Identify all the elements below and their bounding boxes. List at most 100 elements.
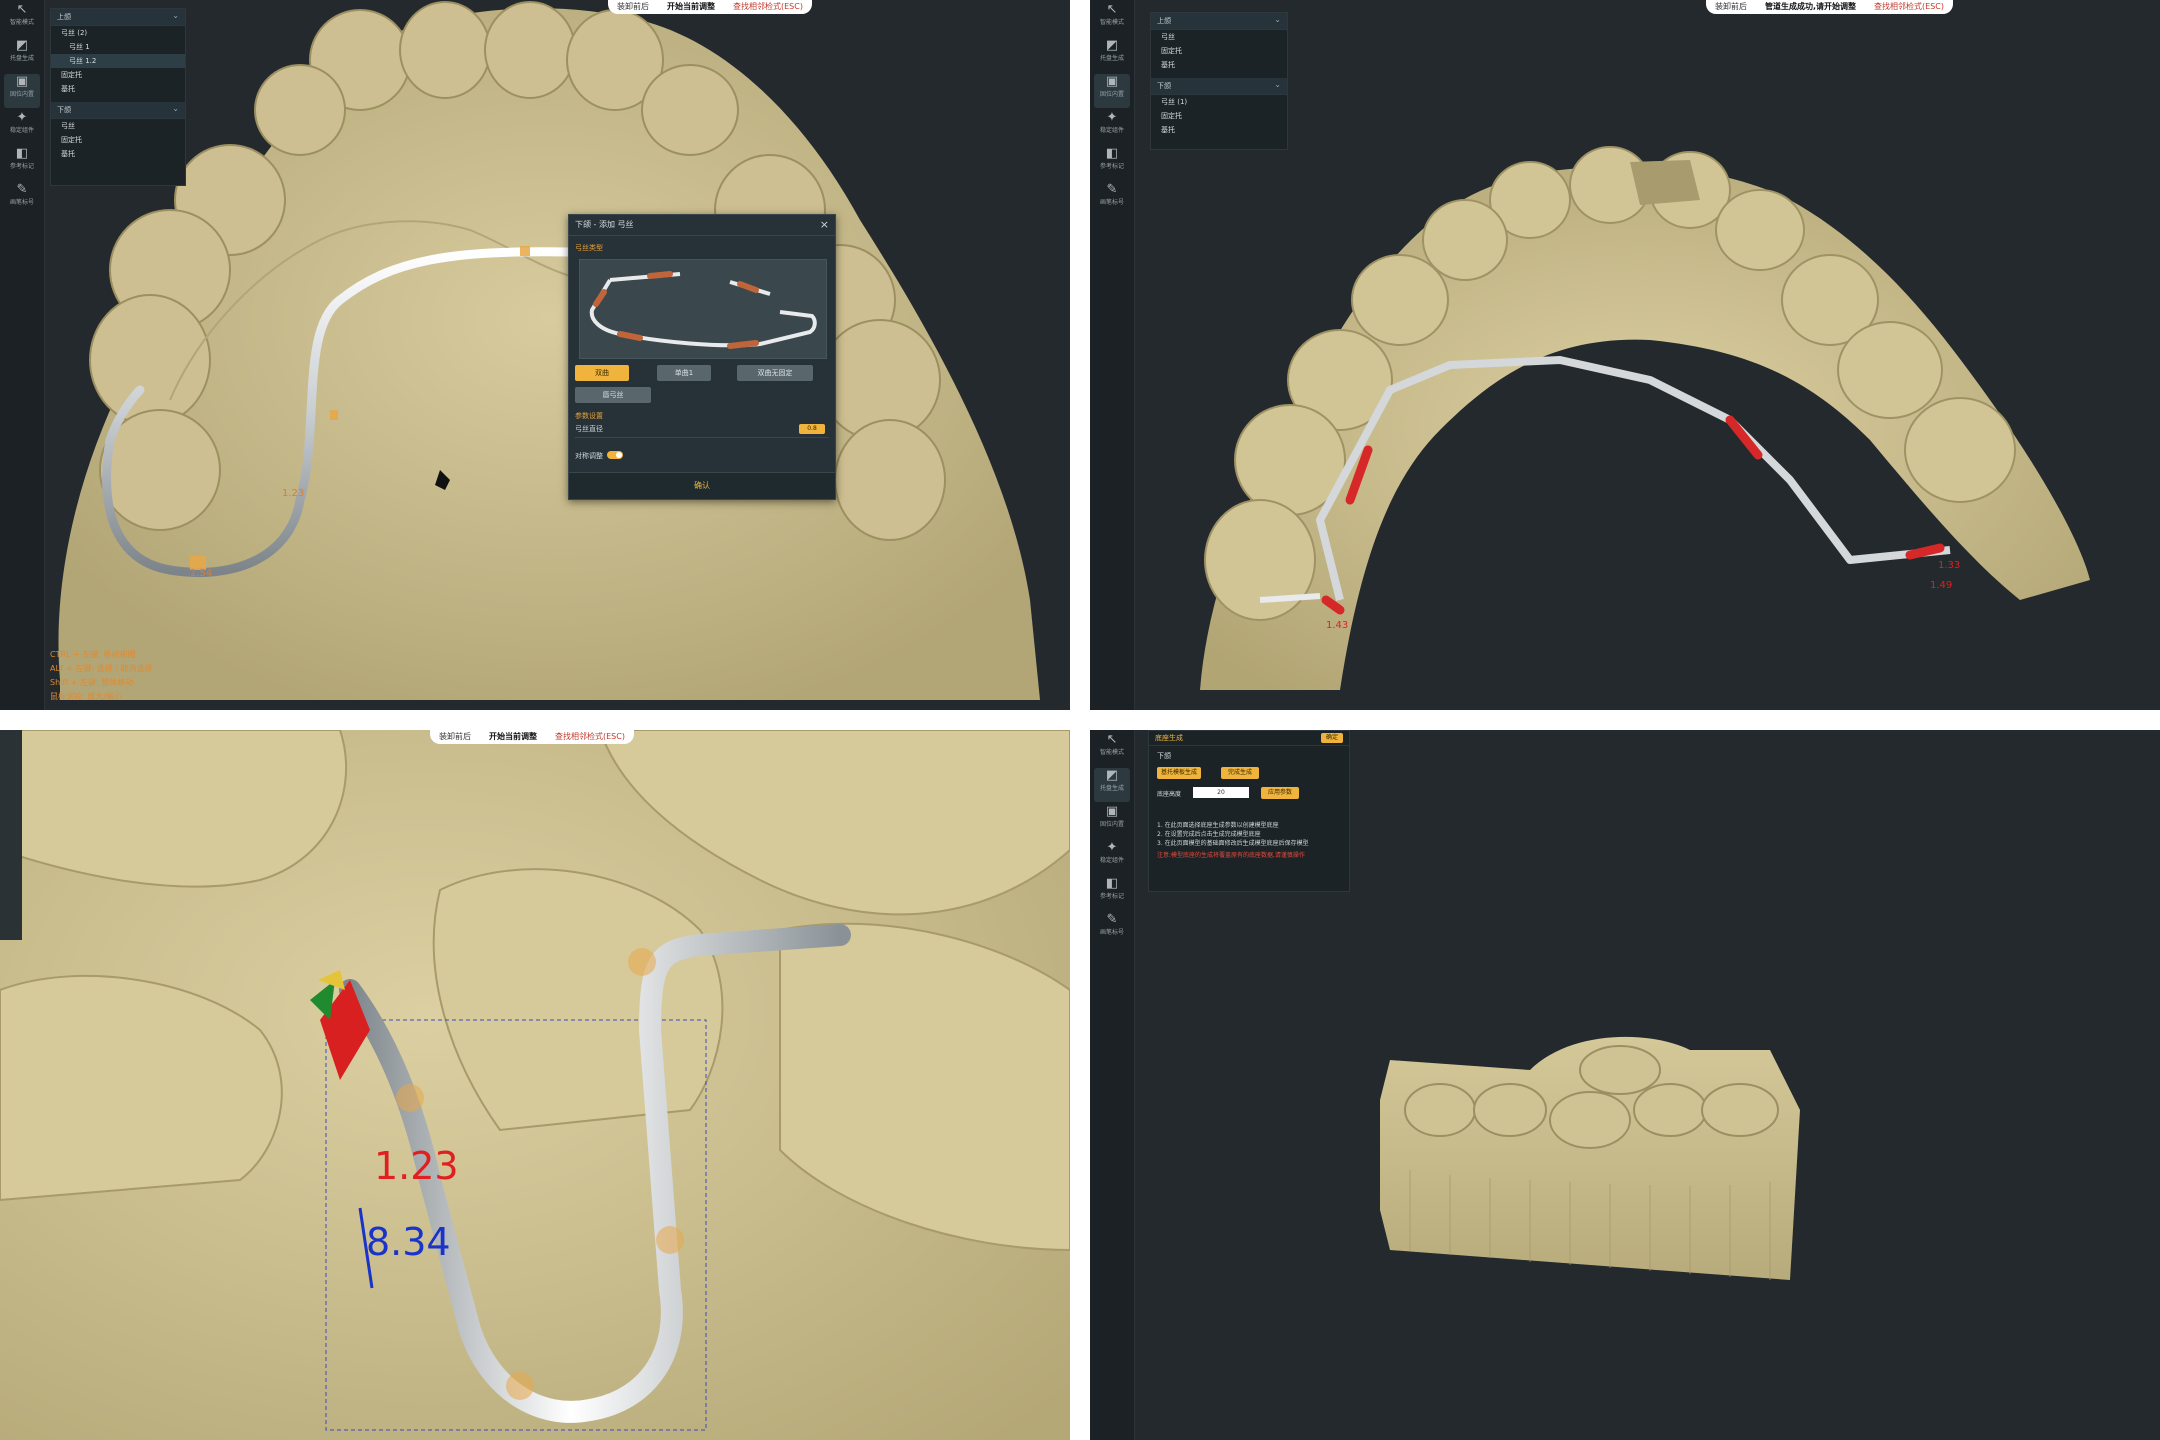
wire-preview <box>579 259 827 359</box>
retainer-icon: ▣ <box>1105 74 1119 89</box>
dimension-label: 1.43 <box>1326 620 1349 631</box>
chip-status: 管道生成成功,请开始调整 <box>1765 2 1857 11</box>
wire-type-labial[interactable]: 唇弓丝 <box>575 387 651 403</box>
dimension-label: 1.23 <box>282 488 305 499</box>
stabilizer-tool[interactable]: ✦ 稳定组件 <box>4 110 40 144</box>
status-chip: 装卸前后 开始当前调整 查找相邻检式(ESC) <box>430 730 634 744</box>
retainer-icon: ▣ <box>15 74 29 89</box>
generate-button[interactable]: 完成生成 <box>1221 767 1259 779</box>
tree-item[interactable]: 基托 <box>51 82 185 96</box>
tree-upper-header[interactable]: 上颌 ⌄ <box>51 9 185 26</box>
viewport-lower-arch[interactable]: ↖ 智能模式 ◩ 托盘生成 ▣ 固位内置 ✦ 稳定组件 ◧ 参考标记 ✎ 画笔标号 上颌 ⌄ … <box>1090 0 2160 710</box>
marker-tool[interactable]: ◧ 参考标记 <box>1094 876 1130 910</box>
retainer-icon: ▣ <box>1105 804 1119 819</box>
close-icon[interactable]: × <box>820 218 829 231</box>
retainer-tool[interactable]: ▣ 固位内置 <box>1094 804 1130 838</box>
measure-blue: 8.34 <box>366 1220 451 1264</box>
tree-item[interactable]: 弓丝 (1) <box>1151 95 1287 109</box>
template-button[interactable]: 基托模板生成 <box>1157 767 1201 779</box>
tray-tool[interactable]: ◩ 托盘生成 <box>1094 38 1130 72</box>
tray-tool[interactable]: ◩ 托盘生成 <box>1094 768 1130 802</box>
toggle-label: 对称调整 <box>575 452 603 460</box>
jaw-label: 下颌 <box>1157 752 1171 760</box>
viewport-closeup[interactable]: 装卸前后 开始当前调整 查找相邻检式(ESC) 1.23 8.34 <box>0 730 1070 1440</box>
brush-icon: ✎ <box>1106 912 1118 927</box>
retainer-tool[interactable]: ▣ 固位内置 <box>1094 74 1130 108</box>
tree-item[interactable]: 基托 <box>1151 58 1287 72</box>
tree-item[interactable]: 基托 <box>1151 123 1287 137</box>
tree-item[interactable]: 固定托 <box>1151 44 1287 58</box>
tree-upper-header[interactable]: 上颌 ⌄ <box>1151 13 1287 30</box>
viewport-base[interactable]: ↖ 智能模式 ◩ 托盘生成 ▣ 固位内置 ✦ 稳定组件 ◧ 参考标记 ✎ 画笔标号 底座生成… <box>1090 730 2160 1440</box>
symmetric-toggle[interactable] <box>607 451 623 459</box>
tree-item[interactable]: 弓丝 <box>1151 30 1287 44</box>
anchor-icon: ✦ <box>1106 840 1118 855</box>
chip-toggle[interactable]: 装卸前后 <box>608 0 658 14</box>
dimension-label: 1.33 <box>1938 560 1961 571</box>
anchor-icon: ✦ <box>1106 110 1118 125</box>
dimension-label: 1.54 <box>190 568 213 579</box>
tree-lower-header[interactable]: 下颌 ⌄ <box>1151 78 1287 95</box>
tray-icon: ◩ <box>1105 38 1119 53</box>
confirm-button[interactable]: 确定 <box>1321 733 1343 743</box>
wire-type-double-free[interactable]: 双曲无固定 <box>737 365 813 381</box>
chip-esc[interactable]: 查找相邻检式(ESC) <box>1865 0 1953 14</box>
chevron-down-icon: ⌄ <box>172 11 179 20</box>
chip-status: 开始当前调整 <box>489 732 537 741</box>
tree-item[interactable]: 固定托 <box>51 68 185 82</box>
smart-mode-tool[interactable]: ↖ 智能模式 <box>4 2 40 36</box>
confirm-button[interactable]: 确认 <box>569 472 835 499</box>
tray-tool[interactable]: ◩ 托盘生成 <box>4 38 40 72</box>
apply-button[interactable]: 应用参数 <box>1261 787 1299 799</box>
tree-item[interactable]: 固定托 <box>1151 109 1287 123</box>
brush-tool[interactable]: ✎ 画笔标号 <box>4 182 40 216</box>
tree-item[interactable]: 弓丝 <box>51 119 185 133</box>
wire-type-double[interactable]: 双曲 <box>575 365 629 381</box>
viewport-upper-arch[interactable]: ↖ 智能模式 ◩ 托盘生成 ▣ 固位内置 ✦ 稳定组件 ◧ 参考标记 ✎ 画笔标号 上颌 ⌄ … <box>0 0 1070 710</box>
object-tree: 上颌 ⌄ 弓丝 (2) 弓丝 1 弓丝 1.2 固定托 基托 下颌 ⌄ 弓丝 固定托… <box>50 8 186 186</box>
chevron-down-icon: ⌄ <box>1274 80 1281 89</box>
tree-item[interactable]: 弓丝 (2) <box>51 26 185 40</box>
brush-tool[interactable]: ✎ 画笔标号 <box>1094 182 1130 216</box>
tree-item[interactable]: 弓丝 1 <box>51 40 185 54</box>
tray-icon: ◩ <box>15 38 29 53</box>
retainer-tool[interactable]: ▣ 固位内置 <box>4 74 40 108</box>
wire-type-single[interactable]: 单曲1 <box>657 365 711 381</box>
warning-text: 注意:模型底座的生成将覆盖原有的底座数据,请谨慎操作 <box>1157 852 1305 859</box>
tree-lower-header[interactable]: 下颌 ⌄ <box>51 102 185 119</box>
marker-icon: ◧ <box>15 146 29 161</box>
dental-closeup <box>0 730 1070 1440</box>
chip-esc[interactable]: 查找相邻检式(ESC) <box>546 730 634 744</box>
left-toolbar: ↖ 智能模式 ◩ 托盘生成 ▣ 固位内置 ✦ 稳定组件 ◧ 参考标记 ✎ 画笔标号 <box>1090 730 1135 1440</box>
chip-toggle[interactable]: 装卸前后 <box>1706 0 1756 14</box>
status-chip: 装卸前后 管道生成成功,请开始调整 查找相邻检式(ESC) <box>1706 0 1954 14</box>
height-label: 底座高度 <box>1157 791 1182 798</box>
smart-mode-tool[interactable]: ↖ 智能模式 <box>1094 2 1130 36</box>
collapsed-sidebar[interactable] <box>0 730 22 940</box>
shortcut-hints: CTRL + 左键: 移动视图 ALT + 左键: 选择 / 取消选择 Shif… <box>50 650 153 701</box>
section-label: 参数设置 <box>575 412 603 420</box>
brush-tool[interactable]: ✎ 画笔标号 <box>1094 912 1130 946</box>
marker-tool[interactable]: ◧ 参考标记 <box>1094 146 1130 180</box>
instructions: 1. 在此页面选择底座生成参数以创建模型底座 2. 在设置完成后点击生成完成模型… <box>1157 821 1343 860</box>
measure-red: 1.23 <box>374 1144 459 1188</box>
tree-item[interactable]: 基托 <box>51 147 185 161</box>
tree-item[interactable]: 固定托 <box>51 133 185 147</box>
status-chip: 装卸前后 开始当前调整 查找相邻检式(ESC) <box>608 0 812 14</box>
wire-diameter-input[interactable]: 0.8 <box>799 424 825 434</box>
chevron-down-icon: ⌄ <box>1274 15 1281 24</box>
chip-esc[interactable]: 查找相邻检式(ESC) <box>724 0 812 14</box>
marker-icon: ◧ <box>1105 876 1119 891</box>
chip-toggle[interactable]: 装卸前后 <box>430 730 480 744</box>
panel-title: 底座生成 <box>1149 731 1349 746</box>
marker-tool[interactable]: ◧ 参考标记 <box>4 146 40 180</box>
marker-icon: ◧ <box>1105 146 1119 161</box>
cursor-icon: ↖ <box>1106 732 1118 747</box>
smart-mode-tool[interactable]: ↖ 智能模式 <box>1094 732 1130 766</box>
height-input[interactable]: 20 <box>1193 787 1249 798</box>
base-generation-panel: 底座生成 确定 下颌 基托模板生成 完成生成 底座高度 20 应用参数 1. 在… <box>1148 730 1350 892</box>
tree-item-selected[interactable]: 弓丝 1.2 <box>51 54 185 68</box>
section-label: 弓丝类型 <box>575 244 603 252</box>
stabilizer-tool[interactable]: ✦ 稳定组件 <box>1094 110 1130 144</box>
stabilizer-tool[interactable]: ✦ 稳定组件 <box>1094 840 1130 874</box>
